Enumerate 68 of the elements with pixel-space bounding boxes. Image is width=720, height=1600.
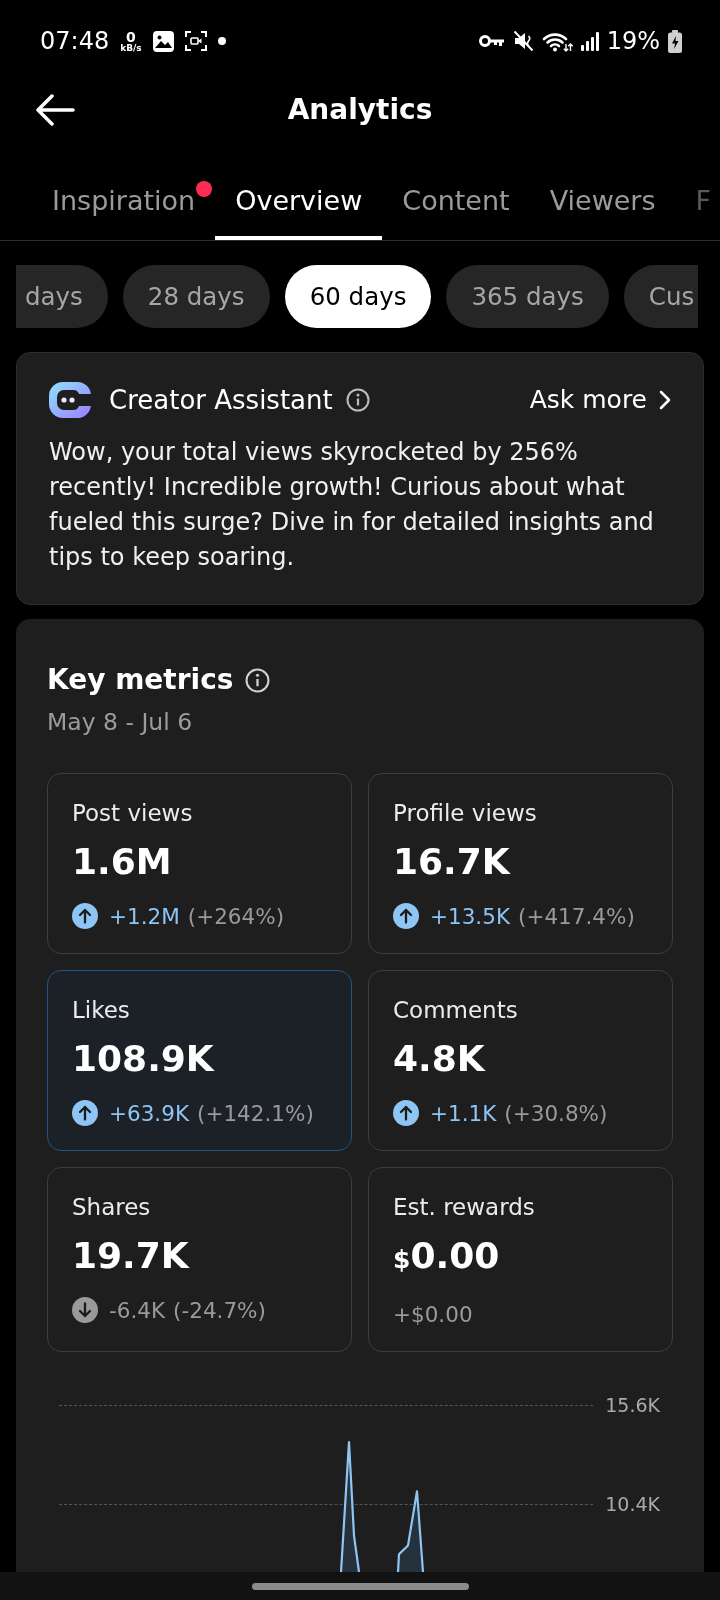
metric-label: Profile views — [393, 799, 538, 828]
metric-label: Likes — [72, 996, 131, 1025]
signal-icon — [580, 31, 599, 51]
home-indicator[interactable] — [251, 1582, 469, 1590]
metric-card[interactable]: Post views 1.6M +1.2M (+264%) — [47, 773, 352, 954]
date-range-chip[interactable]: 28 days — [122, 265, 270, 328]
change-value: +13.5K — [430, 903, 510, 929]
metric-card[interactable]: Est. rewards $0.00 +$0.00 — [368, 1167, 673, 1352]
muted-speaker-icon — [512, 30, 534, 52]
dot-icon — [217, 37, 226, 45]
arrow-down-circle-icon — [72, 1297, 98, 1323]
assistant-logo-icon — [49, 382, 91, 418]
ask-more-link[interactable]: Ask more — [529, 383, 671, 417]
date-range-chip[interactable]: Cus — [623, 265, 699, 328]
change-value: -6.4K — [109, 1297, 166, 1323]
back-arrow-icon — [35, 94, 75, 126]
metric-value: 4.8K — [393, 1037, 487, 1081]
axis-label: 10.4K — [605, 1492, 660, 1517]
date-range-chip[interactable]: 365 days — [446, 265, 609, 328]
arrow-up-circle-icon — [72, 903, 98, 929]
metric-card[interactable]: Profile views 16.7K +13.5K (+417.4%) — [368, 773, 673, 954]
change-percent: (+417.4%) — [518, 903, 635, 929]
tab[interactable]: Inspiration — [32, 160, 216, 240]
change-value: +1.2M — [109, 903, 180, 929]
tab[interactable]: Overview — [215, 160, 383, 240]
date-range-chip[interactable]: days — [16, 265, 108, 328]
arrow-up-circle-icon — [393, 1100, 419, 1126]
assistant-message: Wow, your total views skyrocketed by 256% recently! Incredible growth! Curious about what fueled this surge? Dive in for detailed insights and tips to keep soaring. — [49, 437, 655, 573]
change-percent: (+30.8%) — [504, 1100, 608, 1126]
tab[interactable]: Content — [382, 160, 530, 240]
metric-label: Shares — [72, 1193, 152, 1222]
change-value: +$0.00 — [393, 1301, 473, 1327]
net-speed-unit: kB/s — [120, 43, 142, 53]
metric-label: Post views — [72, 799, 194, 828]
chevron-right-icon — [659, 390, 671, 410]
key-icon — [478, 34, 505, 48]
battery-icon — [668, 29, 682, 53]
metric-value: 1.6M — [72, 840, 173, 884]
net-speed-value: 0 — [126, 29, 136, 44]
date-range-chip[interactable]: 60 days — [284, 265, 432, 328]
change-percent: (-24.7%) — [173, 1297, 266, 1323]
info-icon[interactable] — [345, 388, 370, 412]
metric-value: 108.9K — [72, 1037, 216, 1081]
change-value: +1.1K — [430, 1100, 497, 1126]
assistant-title: Creator Assistant — [109, 384, 333, 417]
screen-record-icon — [184, 31, 207, 51]
change-value: +63.9K — [109, 1100, 189, 1126]
metric-value: 16.7K — [393, 840, 512, 884]
tab[interactable]: Viewers — [529, 160, 676, 240]
metric-label: Comments — [393, 996, 519, 1025]
metric-card[interactable]: Likes 108.9K +63.9K (+142.1%) — [47, 970, 352, 1151]
metric-card[interactable]: Shares 19.7K -6.4K (-24.7%) — [47, 1167, 352, 1352]
change-percent: (+264%) — [187, 903, 285, 929]
status-time: 07:48 — [40, 27, 110, 55]
change-percent: (+142.1%) — [197, 1100, 314, 1126]
metric-label: Est. rewards — [393, 1193, 536, 1222]
metric-value: 19.7K — [72, 1234, 191, 1278]
page-title: Analytics — [287, 92, 433, 128]
metric-value: $0.00 — [393, 1234, 501, 1278]
info-icon[interactable] — [245, 667, 271, 693]
arrow-up-circle-icon — [393, 903, 419, 929]
date-range-label: May 8 - Jul 6 — [47, 707, 194, 737]
image-icon — [152, 30, 174, 52]
axis-label: 15.6K — [605, 1393, 660, 1418]
arrow-up-circle-icon — [72, 1100, 98, 1126]
metric-card[interactable]: Comments 4.8K +1.1K (+30.8%) — [368, 970, 673, 1151]
battery-percent: 19% — [606, 27, 660, 55]
section-title: Key metrics — [47, 662, 234, 698]
